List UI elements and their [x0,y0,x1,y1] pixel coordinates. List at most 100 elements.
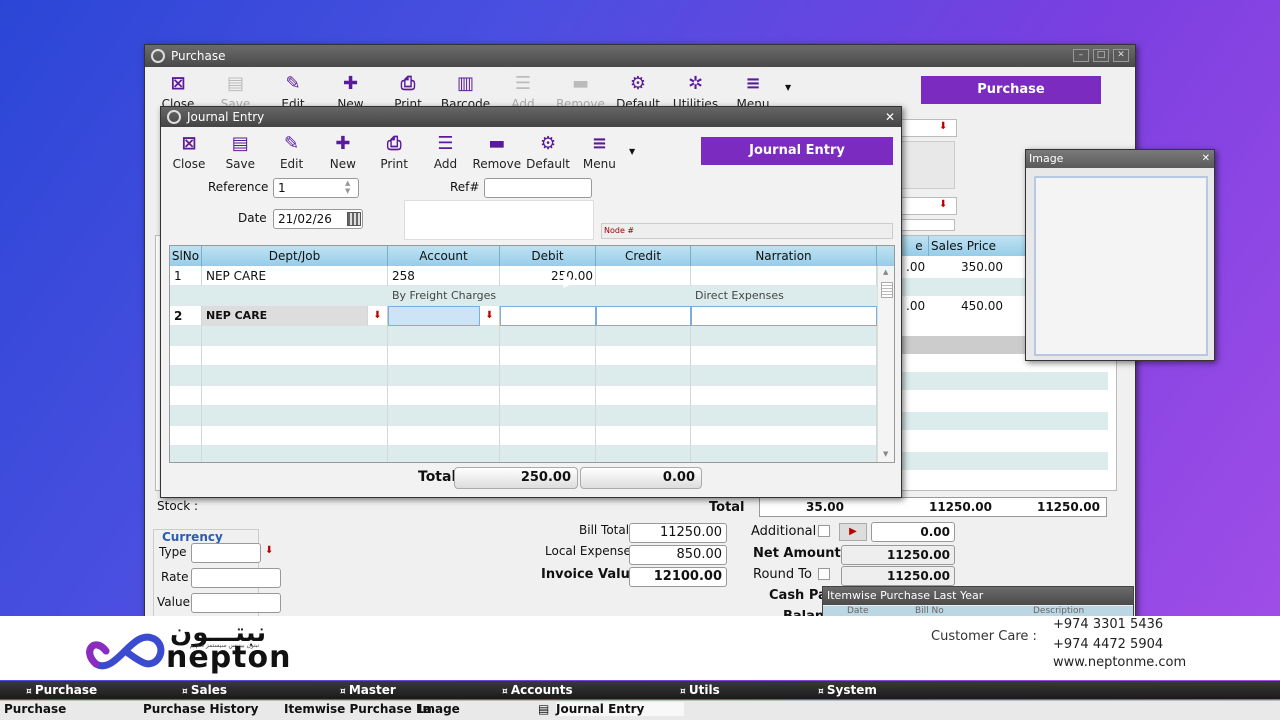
close-icon[interactable]: ✕ [1113,49,1129,62]
empty-cell[interactable] [691,366,877,386]
close-icon[interactable]: ✕ [1202,150,1210,168]
menu-dropdown-icon[interactable]: ▼ [785,83,791,92]
table-row[interactable] [170,366,877,386]
empty-cell[interactable] [202,406,388,426]
purchase-field-2[interactable] [901,141,955,189]
col-narration[interactable]: Narration [691,246,877,266]
empty-cell[interactable] [388,406,500,426]
cell-account-input[interactable] [388,306,480,326]
menu-master[interactable]: ¤ Master [340,683,396,697]
purchase-field-4[interactable] [901,219,955,231]
empty-cell[interactable] [388,386,500,406]
empty-cell[interactable] [596,426,691,446]
empty-cell[interactable] [170,386,202,406]
empty-cell[interactable] [202,346,388,366]
table-row[interactable]: 1 NEP CARE 258 250.00 [170,266,877,286]
value-field[interactable] [191,593,281,613]
empty-cell[interactable] [388,326,500,346]
empty-cell[interactable] [202,426,388,446]
empty-cell[interactable] [202,326,388,346]
empty-cell[interactable] [388,366,500,386]
table-row-active[interactable]: 2 NEP CARE ⬇ ⬇ [170,306,877,326]
taskbar-item[interactable]: Image [418,702,460,716]
cell-narration-input[interactable] [691,306,877,326]
empty-cell[interactable] [500,426,596,446]
empty-cell[interactable] [691,406,877,426]
menu-dropdown-icon[interactable]: ▼ [629,147,635,156]
menu-utils[interactable]: ¤ Utils [680,683,720,697]
menu-sales[interactable]: ¤ Sales [182,683,227,697]
col-slno[interactable]: SlNo [170,246,202,266]
round-to-field[interactable]: 11250.00 [841,566,955,586]
close-icon[interactable]: ✕ [885,107,895,127]
close-toolbar-button[interactable]: ⊠ Close [164,133,214,171]
empty-cell[interactable] [691,426,877,446]
round-to-checkbox[interactable] [818,568,830,580]
empty-cell[interactable] [170,346,202,366]
empty-cell[interactable] [170,446,202,462]
net-amount-field[interactable]: 11250.00 [841,545,955,565]
empty-cell[interactable] [388,426,500,446]
table-row[interactable] [170,386,877,406]
additional-checkbox[interactable] [818,525,830,537]
empty-cell[interactable] [500,446,596,462]
empty-cell[interactable] [691,386,877,406]
empty-cell[interactable] [691,346,877,366]
remove-toolbar-button[interactable]: ▬ Remove [472,133,522,171]
menu-system[interactable]: ¤ System [818,683,877,697]
empty-cell[interactable] [596,446,691,462]
empty-cell[interactable] [170,366,202,386]
empty-cell[interactable] [388,346,500,366]
scrollbar[interactable]: ▲ ▼ [877,266,894,462]
new-toolbar-button[interactable]: ✚ New [318,133,368,171]
itemwise-title[interactable]: Itemwise Purchase Last Year [823,587,1133,605]
table-row[interactable] [170,326,877,346]
cell-dept[interactable]: NEP CARE [202,306,368,326]
local-expense-field[interactable]: 850.00 [629,545,727,565]
taskbar-item[interactable]: Purchase [4,702,66,716]
empty-cell[interactable] [202,386,388,406]
play-icon[interactable]: ▶ [839,523,867,541]
dept-dropdown-icon[interactable]: ⬇ [368,306,388,326]
empty-cell[interactable] [596,406,691,426]
rate-field[interactable] [191,568,281,588]
purchase-titlebar[interactable]: Purchase – □ ✕ [145,45,1135,67]
table-row[interactable] [170,346,877,366]
taskbar-item[interactable]: Itemwise Purchase La [284,702,432,716]
narration-box[interactable] [404,200,594,240]
menu-purchase[interactable]: ¤ Purchase [26,683,97,697]
dropdown-arrow-icon[interactable]: ⬇ [939,121,947,132]
col-dept[interactable]: Dept/Job [202,246,388,266]
table-row[interactable] [170,406,877,426]
dropdown-arrow-icon[interactable]: ⬇ [265,545,273,556]
menu-toolbar-button[interactable]: ≡ Menu [574,133,624,171]
scroll-up-icon[interactable]: ▲ [883,268,888,276]
empty-cell[interactable] [500,326,596,346]
empty-cell[interactable] [596,366,691,386]
scroll-thumb[interactable] [881,282,893,298]
empty-cell[interactable] [691,446,877,462]
menu-accounts[interactable]: ¤ Accounts [502,683,573,697]
empty-cell[interactable] [170,406,202,426]
additional-field[interactable]: 0.00 [871,522,955,542]
dropdown-arrow-icon[interactable]: ⬇ [939,199,947,210]
taskbar-item[interactable]: Purchase History [143,702,259,716]
empty-cell[interactable] [500,346,596,366]
node-field[interactable]: Node # [601,223,893,239]
cell-credit-input[interactable] [596,306,691,326]
purchase-field-3[interactable] [901,197,957,215]
refno-field[interactable] [484,178,592,198]
add-toolbar-button[interactable]: ☰ Add [421,133,471,171]
bill-total-field[interactable]: 11250.00 [629,523,727,543]
empty-cell[interactable] [202,366,388,386]
empty-cell[interactable] [691,326,877,346]
invoice-value-field[interactable]: 12100.00 [629,567,727,587]
edit-toolbar-button[interactable]: ✎ Edit [267,133,317,171]
table-row[interactable] [170,446,877,462]
taskbar-item[interactable]: ▤ Journal Entry [538,702,685,716]
empty-cell[interactable] [596,386,691,406]
empty-cell[interactable] [170,426,202,446]
minimize-icon[interactable]: – [1073,49,1089,62]
type-field[interactable] [191,543,261,563]
maximize-icon[interactable]: □ [1093,49,1109,62]
